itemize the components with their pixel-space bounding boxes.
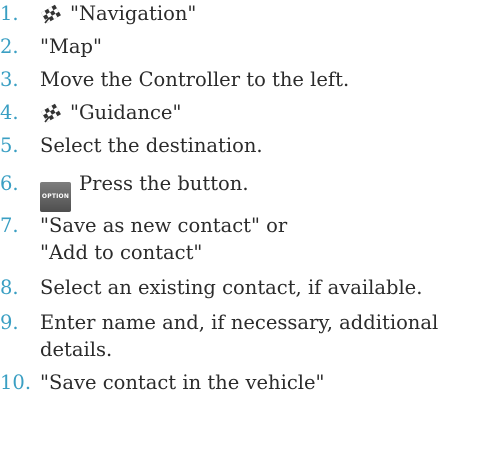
option-button-icon: OPTION	[40, 182, 71, 212]
step-text: "Guidance"	[70, 101, 182, 124]
step-text: "Navigation"	[70, 2, 197, 25]
checkered-flag-icon	[41, 4, 61, 24]
step-number: 3.	[0, 68, 19, 91]
step-number: 7.	[0, 214, 19, 237]
step-text: Select the destination.	[40, 134, 263, 157]
step-content: "Guidance"	[40, 99, 480, 126]
step-text: Enter name and, if necessary, additional…	[40, 311, 439, 361]
step-number: 1.	[0, 2, 19, 25]
step-text: Move the Controller to the left.	[40, 68, 350, 91]
step-text: Select an existing contact, if available…	[40, 276, 423, 299]
step-text: "Save as new contact" or "Add to contact…	[40, 214, 288, 264]
step-content: "Navigation"	[40, 0, 480, 27]
step-number: 5.	[0, 134, 19, 157]
step-number: 2.	[0, 35, 19, 58]
step-number: 8.	[0, 276, 19, 299]
step-text: "Save contact in the vehicle"	[40, 371, 325, 394]
step-content: OPTION Press the button.	[40, 170, 480, 212]
step-number: 4.	[0, 101, 19, 124]
checkered-flag-icon	[41, 103, 61, 123]
step-number: 9.	[0, 311, 19, 334]
step-text: "Map"	[40, 35, 103, 58]
step-number: 6.	[0, 172, 19, 195]
step-text: Press the button.	[79, 172, 249, 195]
step-number: 10.	[0, 371, 32, 394]
